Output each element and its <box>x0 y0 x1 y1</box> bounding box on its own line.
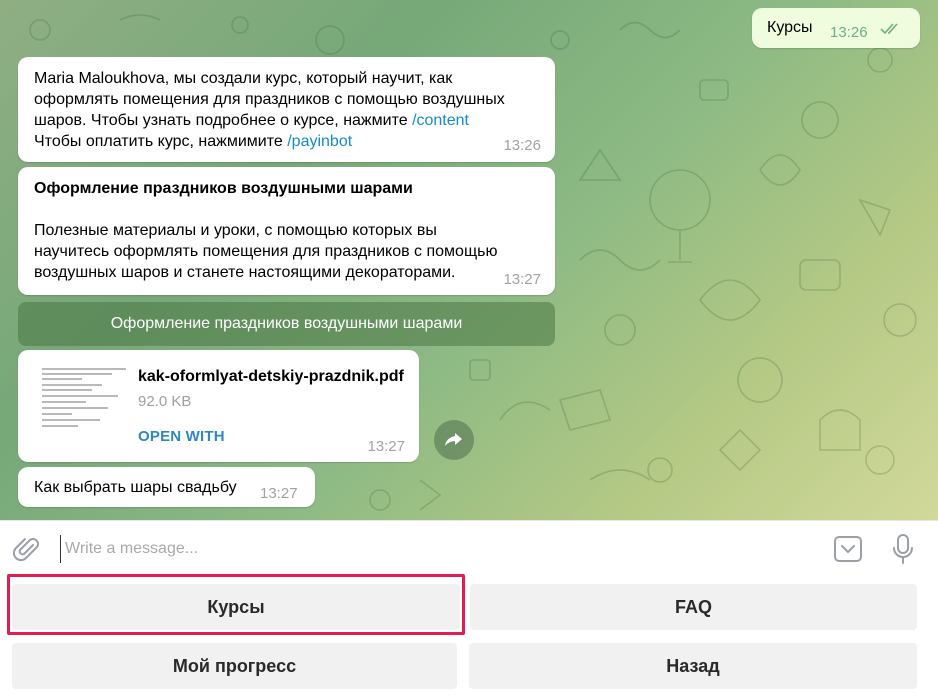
message-line: Maria Maloukhova, мы создали курс, котор… <box>34 70 453 87</box>
message-line: шаров. Чтобы узнать подробнее о курсе, н… <box>34 112 413 129</box>
message-line: оформлять помещения для праздников с пом… <box>34 91 505 108</box>
message-time: 13:26 <box>503 137 541 154</box>
message-line: воздушных шаров и станете настоящими дек… <box>34 264 456 281</box>
payinbot-command-link[interactable]: /payinbot <box>287 133 352 150</box>
file-name[interactable]: kak-oformlyat-detskiy-prazdnik.pdf <box>138 366 404 387</box>
microphone-icon[interactable] <box>891 533 915 565</box>
open-with-link[interactable]: OPEN WITH <box>138 426 225 447</box>
emoji-keyboard-icon[interactable] <box>833 535 863 563</box>
keyboard-button-courses[interactable]: Курсы <box>12 584 460 630</box>
course-heading: Оформление праздников воздушными шарами <box>34 180 413 197</box>
outgoing-message[interactable]: Курсы 13:26 <box>752 8 920 48</box>
chat-area: Курсы 13:26 Maria Maloukhova, мы создали… <box>0 0 938 520</box>
message-composer <box>0 520 938 576</box>
message-line: научитесь оформлять помещения для праздн… <box>34 243 498 260</box>
message-time: 13:27 <box>503 271 541 288</box>
paperclip-icon[interactable] <box>13 536 41 564</box>
file-message[interactable]: kak-oformlyat-detskiy-prazdnik.pdf 92.0 … <box>18 350 419 462</box>
message-input[interactable] <box>60 535 760 563</box>
incoming-message-question[interactable]: Как выбрать шары свадьбу 13:27 <box>18 467 315 507</box>
file-size: 92.0 KB <box>138 393 192 410</box>
incoming-message-intro[interactable]: Maria Maloukhova, мы создали курс, котор… <box>18 57 555 162</box>
pdf-thumbnail-icon[interactable] <box>38 362 130 434</box>
double-check-icon <box>880 23 898 35</box>
message-time: 13:27 <box>260 485 298 502</box>
content-command-link[interactable]: /content <box>412 112 469 129</box>
keyboard-button-back[interactable]: Назад <box>469 643 917 689</box>
share-icon[interactable] <box>434 420 474 460</box>
message-time: 13:27 <box>367 438 405 455</box>
incoming-message-course[interactable]: Оформление праздников воздушными шарами … <box>18 167 555 295</box>
message-text: Как выбрать шары свадьбу <box>34 479 237 496</box>
message-time: 13:26 <box>830 24 868 41</box>
message-text: Курсы <box>767 19 813 36</box>
keyboard-button-progress[interactable]: Мой прогресс <box>12 643 457 689</box>
message-line: Полезные материалы и уроки, с помощью ко… <box>34 222 437 239</box>
keyboard-button-faq[interactable]: FAQ <box>470 584 917 630</box>
reply-keyboard: Курсы FAQ Мой прогресс Назад <box>0 576 938 696</box>
inline-course-button[interactable]: Оформление праздников воздушными шарами <box>18 302 555 346</box>
message-line: Чтобы оплатить курс, нажмимите <box>34 133 288 150</box>
